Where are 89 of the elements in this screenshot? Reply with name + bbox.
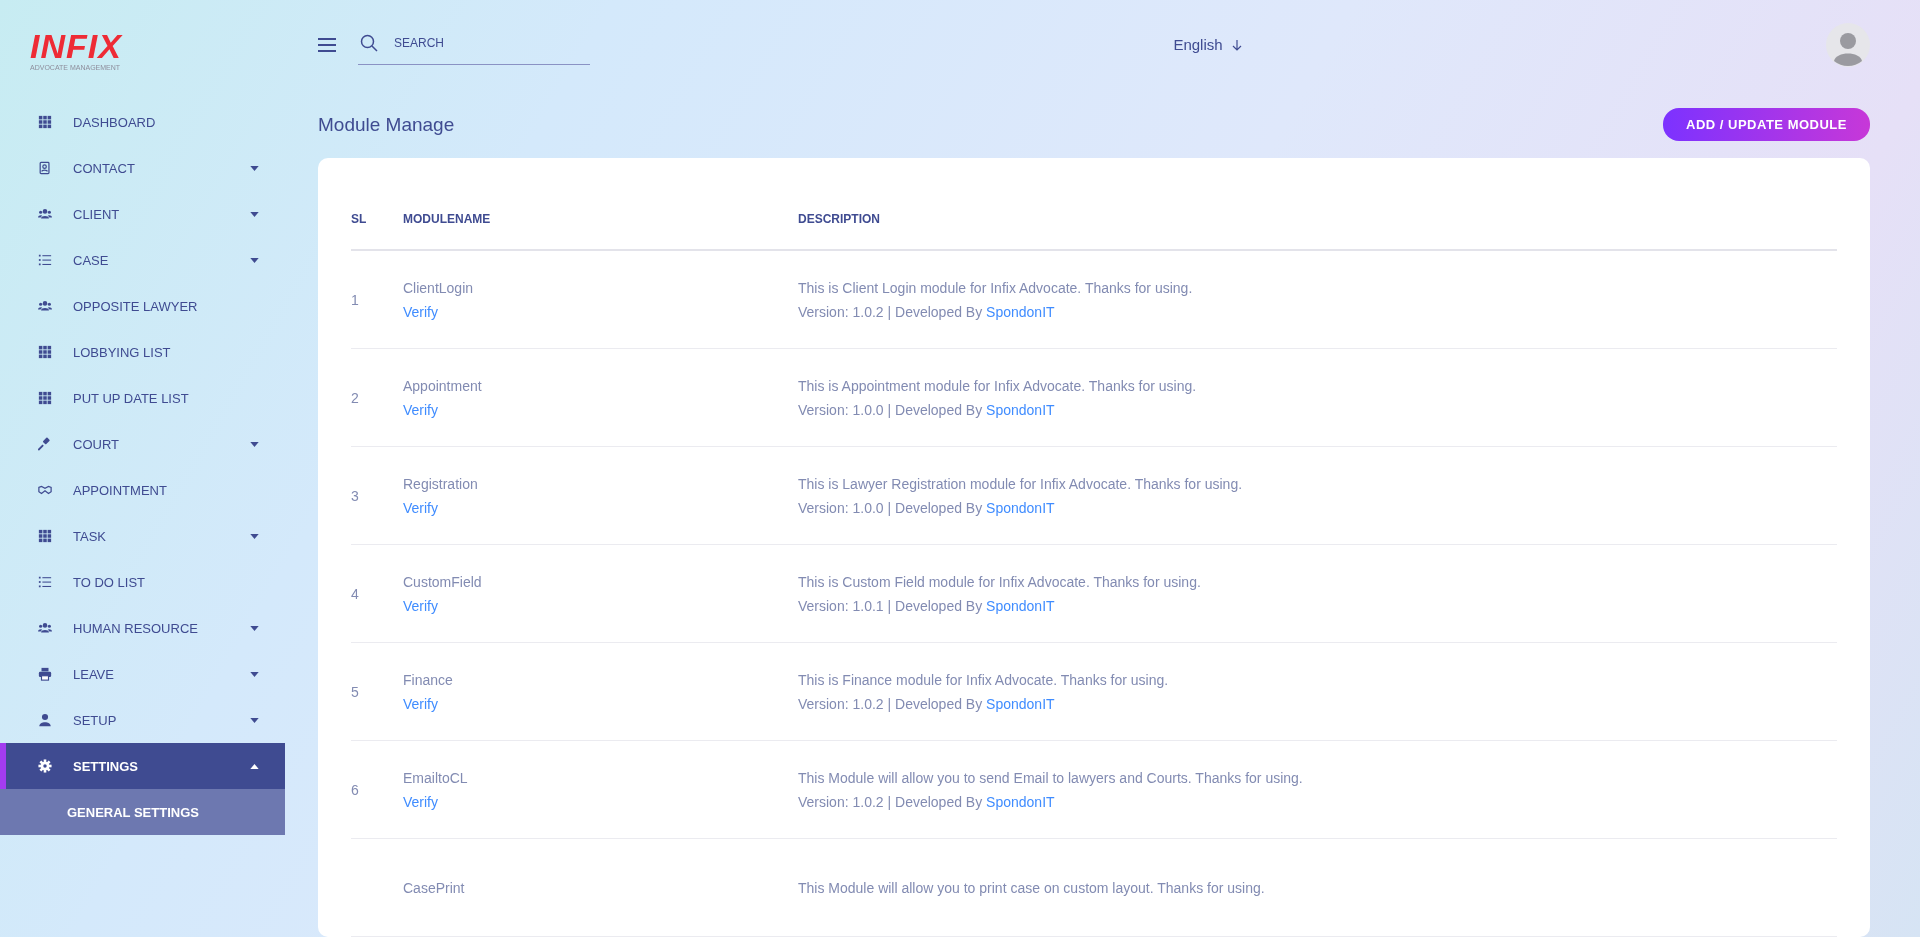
add-update-module-button[interactable]: ADD / UPDATE MODULE: [1663, 108, 1870, 142]
developer-link[interactable]: SpondonIT: [986, 695, 1055, 712]
developer-link[interactable]: SpondonIT: [986, 303, 1055, 320]
sidebar-item[interactable]: COURT: [0, 421, 285, 467]
sidebar-item[interactable]: LOBBYING LIST: [0, 329, 285, 375]
developer-link[interactable]: SpondonIT: [986, 597, 1055, 614]
module-name: ClientLogin: [403, 279, 474, 296]
sidebar-item[interactable]: OPPOSITE LAWYER: [0, 283, 285, 329]
caret-icon: [250, 625, 259, 631]
language-selector[interactable]: English: [1173, 36, 1243, 54]
caret-icon: [250, 441, 259, 447]
row-number: 5: [351, 683, 359, 700]
logo-wordmark: INFIX: [30, 28, 122, 64]
module-name: CasePrint: [403, 879, 465, 896]
module-description: This Module will allow you to send Email to lawyers and Courts. Thanks for using.: [798, 769, 1303, 786]
user-icon: [38, 713, 52, 727]
developer-link[interactable]: SpondonIT: [986, 793, 1055, 810]
grid-icon: [38, 529, 52, 543]
sidebar-item[interactable]: CASE: [0, 237, 285, 283]
column-header: MODULENAME: [403, 211, 492, 226]
row-number: 4: [351, 585, 359, 602]
developer-link[interactable]: SpondonIT: [986, 401, 1055, 418]
verify-link[interactable]: Verify: [403, 303, 438, 320]
sidebar-item[interactable]: SETUP: [0, 697, 285, 743]
row-number: 1: [351, 291, 359, 308]
caret-icon: [250, 211, 259, 217]
version-info: Version: 1.0.0 | Developed By SpondonIT: [798, 401, 1055, 418]
contact-icon: [38, 161, 52, 175]
handshake-icon: [38, 483, 52, 497]
module-name: EmailtoCL: [403, 769, 468, 786]
gear-icon: [38, 759, 52, 773]
module-description: This Module will allow you to print case on custom layout. Thanks for using.: [798, 879, 1265, 896]
caret-icon: [250, 717, 259, 723]
sidebar-item[interactable]: DASHBOARD: [0, 99, 285, 145]
sidebar-item[interactable]: CLIENT: [0, 191, 285, 237]
version-info: Version: 1.0.1 | Developed By SpondonIT: [798, 597, 1055, 614]
sidebar-item[interactable]: TASK: [0, 513, 285, 559]
gavel-icon: [38, 437, 52, 451]
search-field[interactable]: SEARCH: [358, 24, 590, 66]
caret-icon: [250, 257, 259, 263]
sidebar-item[interactable]: SETTINGS: [0, 743, 285, 789]
module-description: This is Appointment module for Infix Advocate. Thanks for using.: [798, 377, 1197, 394]
verify-link[interactable]: Verify: [403, 793, 438, 810]
sidebar-item[interactable]: PUT UP DATE LIST: [0, 375, 285, 421]
verify-link[interactable]: Verify: [403, 401, 438, 418]
sidebar-subitem[interactable]: GENERAL SETTINGS: [0, 789, 285, 835]
module-description: This is Lawyer Registration module for Infix Advocate. Thanks for using.: [798, 475, 1243, 492]
caret-icon: [250, 533, 259, 539]
sidebar-item[interactable]: CONTACT: [0, 145, 285, 191]
module-description: This is Client Login module for Infix Advocate. Thanks for using.: [798, 279, 1193, 296]
sidebar-item[interactable]: TO DO LIST: [0, 559, 285, 605]
list-icon: [38, 575, 52, 589]
module-description: This is Custom Field module for Infix Advocate. Thanks for using.: [798, 573, 1201, 590]
row-number: 6: [351, 781, 359, 798]
sidebar-item[interactable]: APPOINTMENT: [0, 467, 285, 513]
caret-icon: [250, 671, 259, 677]
verify-link[interactable]: Verify: [403, 499, 438, 516]
row-number: 3: [351, 487, 359, 504]
grid-icon: [38, 391, 52, 405]
caret-icon: [250, 165, 259, 171]
grid-icon: [38, 115, 52, 129]
verify-link[interactable]: Verify: [403, 695, 438, 712]
module-name: CustomField: [403, 573, 482, 590]
version-info: Version: 1.0.2 | Developed By SpondonIT: [798, 793, 1055, 810]
verify-link[interactable]: Verify: [403, 597, 438, 614]
module-name: Appointment: [403, 377, 482, 394]
version-info: Version: 1.0.2 | Developed By SpondonIT: [798, 695, 1055, 712]
menu-icon[interactable]: [318, 37, 336, 52]
sidebar-item[interactable]: LEAVE: [0, 651, 285, 697]
search-icon: [360, 34, 378, 53]
users-icon: [38, 207, 52, 221]
arrow-down-icon: [1230, 38, 1243, 51]
list-icon: [38, 253, 52, 267]
module-name: Finance: [403, 671, 453, 688]
module-description: This is Finance module for Infix Advocate. Thanks for using.: [798, 671, 1169, 688]
module-name: Registration: [403, 475, 478, 492]
sidebar-item[interactable]: HUMAN RESOURCE: [0, 605, 285, 651]
page-title: Module Manage: [318, 113, 455, 136]
caret-icon: [250, 763, 259, 769]
version-info: Version: 1.0.0 | Developed By SpondonIT: [798, 499, 1055, 516]
version-info: Version: 1.0.2 | Developed By SpondonIT: [798, 303, 1055, 320]
column-header: DESCRIPTION: [798, 211, 881, 226]
column-header: SL: [351, 211, 368, 226]
printer-icon: [38, 667, 52, 681]
row-number: 2: [351, 389, 359, 406]
users-icon: [38, 621, 52, 635]
users-icon: [38, 299, 52, 313]
developer-link[interactable]: SpondonIT: [986, 499, 1055, 516]
grid-icon: [38, 345, 52, 359]
